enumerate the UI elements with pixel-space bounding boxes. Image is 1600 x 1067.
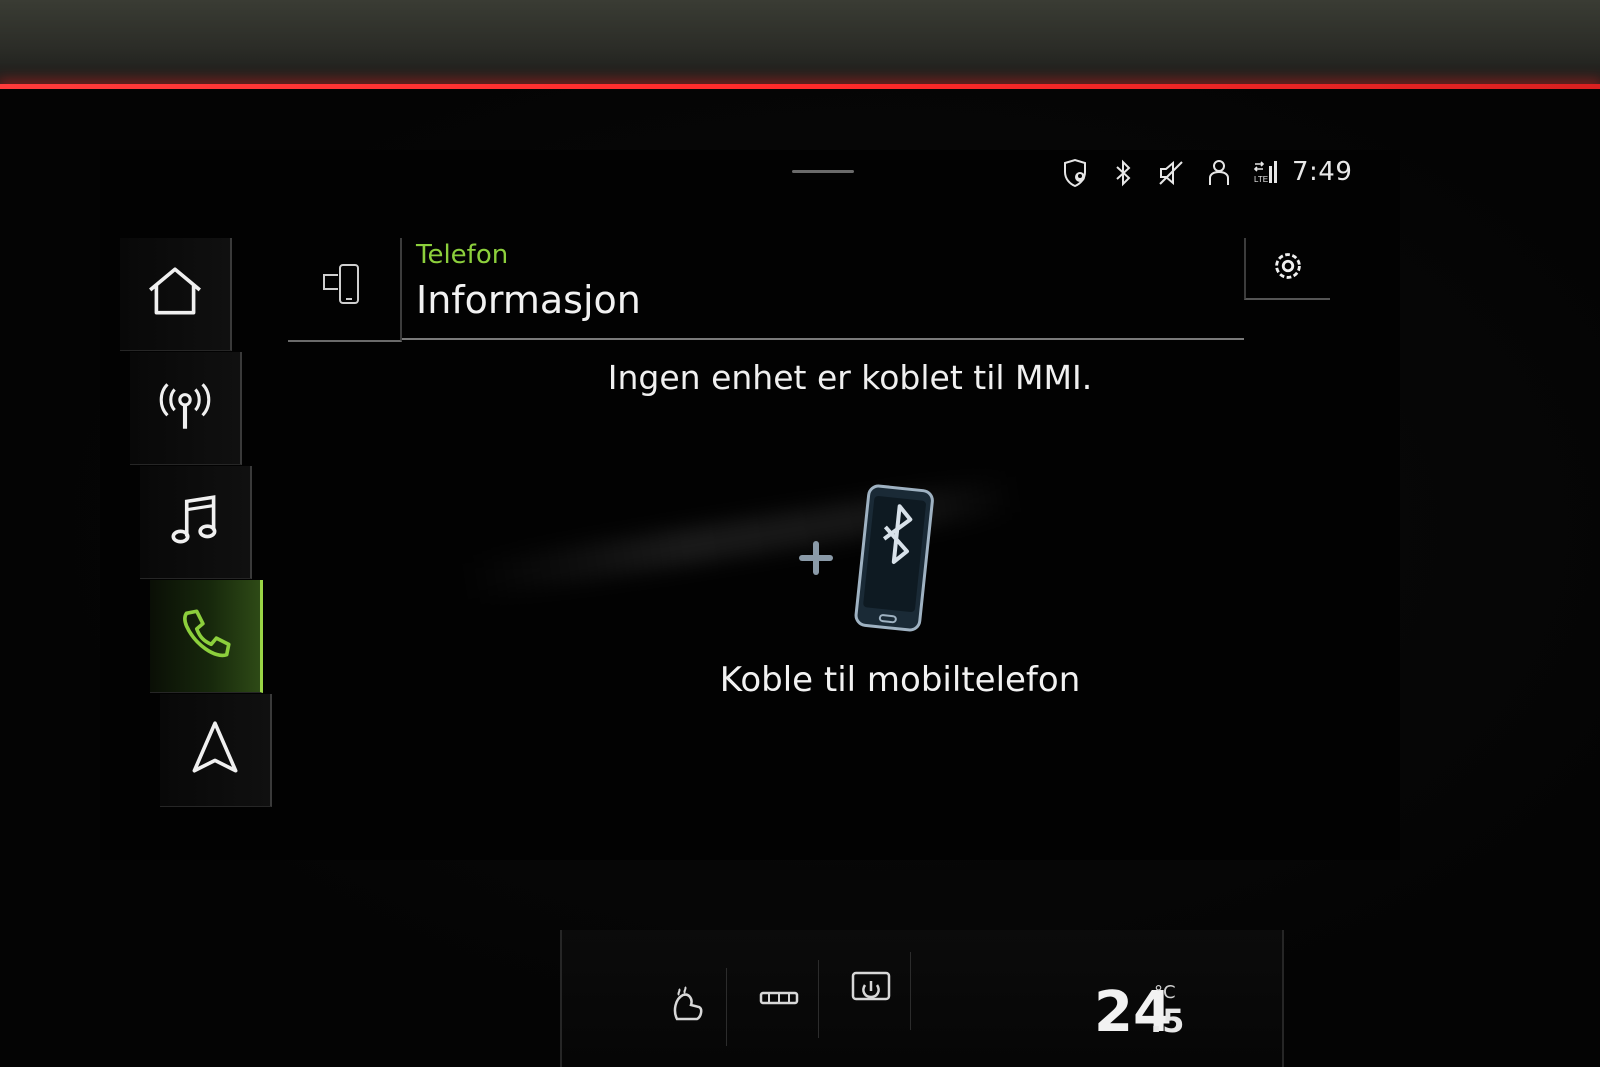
bluetooth-phone-icon: [799, 484, 934, 632]
header-title-area: Telefon Informasjon: [402, 238, 1244, 340]
climate-power-button[interactable]: [832, 952, 911, 1030]
page-title: Informasjon: [416, 278, 641, 322]
lte-signal-icon: LTE: [1252, 158, 1282, 192]
seat-heating-button[interactable]: [648, 968, 727, 1046]
user-icon: [1204, 158, 1234, 192]
status-bar: LTE: [1060, 155, 1282, 195]
no-device-message: Ingen enhet er koblet til MMI.: [607, 358, 1093, 397]
main-menu-rail: [120, 238, 272, 818]
location-shield-icon: [1060, 158, 1090, 192]
phone-icon: [174, 603, 236, 669]
dashboard-trim: [0, 0, 1600, 88]
defrost-icon: [755, 973, 803, 1025]
connect-phone-button[interactable]: [780, 478, 1000, 648]
section-name: Telefon: [416, 240, 509, 270]
seat-heating-icon: [663, 981, 711, 1033]
music-note-icon: [164, 489, 226, 555]
device-source-button[interactable]: [288, 238, 402, 342]
svg-text:LTE: LTE: [1254, 175, 1268, 184]
rail-item-home[interactable]: [120, 238, 232, 351]
gear-icon: [1269, 247, 1307, 289]
status-drawer-handle[interactable]: [792, 170, 854, 173]
bluetooth-icon: [1108, 158, 1138, 192]
home-icon: [144, 261, 206, 327]
navigation-arrow-icon: [184, 717, 246, 783]
connect-phone-label[interactable]: Koble til mobiltelefon: [660, 660, 1140, 700]
settings-button[interactable]: [1244, 238, 1330, 300]
power-screen-icon: [847, 965, 895, 1017]
clock: 7:49: [1292, 157, 1353, 187]
rail-item-navigation[interactable]: [160, 694, 272, 807]
rail-item-phone[interactable]: [150, 580, 263, 693]
temperature-unit: °C: [1154, 982, 1176, 1003]
mute-icon: [1156, 158, 1186, 192]
defrost-button[interactable]: [740, 960, 819, 1038]
temperature-decimal: .5: [1150, 1002, 1185, 1040]
rail-item-media[interactable]: [140, 466, 252, 579]
radio-antenna-icon: [154, 375, 216, 441]
phone-device-icon: [318, 261, 370, 317]
page-header: Telefon Informasjon: [288, 238, 1330, 342]
rail-item-radio[interactable]: [130, 352, 242, 465]
